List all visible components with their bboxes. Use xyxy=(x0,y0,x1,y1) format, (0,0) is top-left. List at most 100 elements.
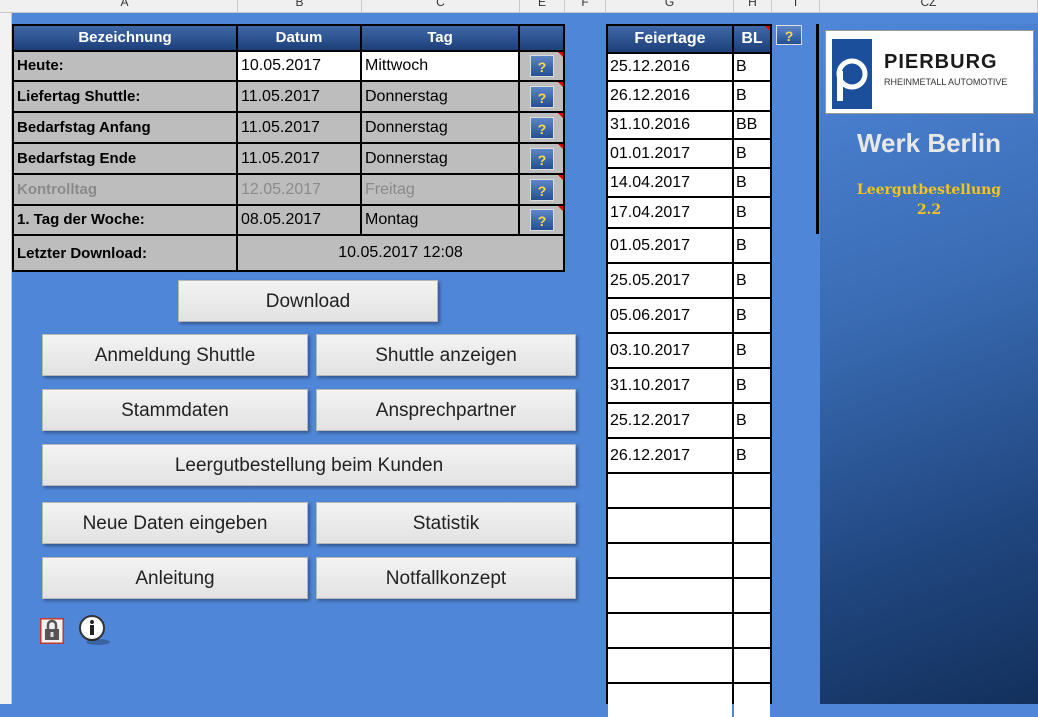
datum-liefertag-shuttle[interactable]: 11.05.2017 xyxy=(238,82,360,111)
holiday-date[interactable]: 31.10.2017 xyxy=(608,369,732,402)
holiday-empty-cell[interactable] xyxy=(734,649,770,682)
help-button-bedarfstag-ende[interactable]: ? xyxy=(530,148,554,170)
datum-bedarfstag-anfang[interactable]: 11.05.2017 xyxy=(238,113,360,142)
stammdaten-button[interactable]: Stammdaten xyxy=(42,389,308,431)
anmeldung-shuttle-button[interactable]: Anmeldung Shuttle xyxy=(42,334,308,376)
comment-indicator xyxy=(558,206,563,211)
info-icon[interactable] xyxy=(78,614,112,646)
holiday-empty-cell[interactable] xyxy=(734,474,770,507)
holiday-empty-cell[interactable] xyxy=(608,509,732,542)
last-download-label: Letzter Download: xyxy=(14,236,236,270)
column-header-h[interactable]: H xyxy=(734,0,772,12)
row-label-kontrolltag: Kontrolltag xyxy=(14,175,236,204)
datum-kontrolltag[interactable]: 12.05.2017 xyxy=(238,175,360,204)
holiday-bundesland[interactable]: B xyxy=(734,264,770,297)
comment-indicator xyxy=(558,52,563,57)
holiday-empty-cell[interactable] xyxy=(734,614,770,647)
help-button-bedarfstag-anfang[interactable]: ? xyxy=(530,117,554,139)
holiday-bundesland[interactable]: B xyxy=(734,439,770,472)
holiday-bundesland[interactable]: B xyxy=(734,140,770,167)
holiday-bundesland[interactable]: B xyxy=(734,169,770,196)
holiday-empty-cell[interactable] xyxy=(734,684,770,717)
holiday-bundesland[interactable]: B xyxy=(734,369,770,402)
column-header-c[interactable]: C xyxy=(362,0,520,12)
column-header-f[interactable]: F xyxy=(565,0,606,12)
holiday-date[interactable]: 25.05.2017 xyxy=(608,264,732,297)
holiday-empty-cell[interactable] xyxy=(734,509,770,542)
info-table: Bezeichnung Datum Tag Heute: 10.05.2017 … xyxy=(12,24,565,272)
datum-heute[interactable]: 10.05.2017 xyxy=(238,52,360,80)
help-button-heute[interactable]: ? xyxy=(530,55,554,77)
row-label-bedarfstag-anfang: Bedarfstag Anfang xyxy=(14,113,236,142)
holiday-date[interactable]: 05.06.2017 xyxy=(608,299,732,332)
help-button-liefertag-shuttle[interactable]: ? xyxy=(530,86,554,108)
holiday-empty-cell[interactable] xyxy=(608,649,732,682)
holiday-empty-cell[interactable] xyxy=(734,579,770,612)
header-bezeichnung: Bezeichnung xyxy=(14,26,236,50)
holiday-bundesland[interactable]: B xyxy=(734,299,770,332)
last-download-value: 10.05.2017 12:08 xyxy=(238,236,563,270)
holiday-date[interactable]: 14.04.2017 xyxy=(608,169,732,196)
holiday-date[interactable]: 03.10.2017 xyxy=(608,334,732,367)
tag-heute[interactable]: Mittwoch xyxy=(362,52,518,80)
download-button[interactable]: Download xyxy=(178,280,438,322)
holiday-date[interactable]: 25.12.2016 xyxy=(608,54,732,80)
holiday-bundesland[interactable]: B xyxy=(734,82,770,110)
column-header-bar: A B C E F G H I CZ xyxy=(0,0,1038,13)
holiday-empty-cell[interactable] xyxy=(734,544,770,577)
column-header-a[interactable]: A xyxy=(12,0,238,12)
help-button-erster-tag-der-woche[interactable]: ? xyxy=(530,209,554,231)
holiday-date[interactable]: 17.04.2017 xyxy=(608,198,732,227)
holiday-empty-cell[interactable] xyxy=(608,544,732,577)
datum-bedarfstag-ende[interactable]: 11.05.2017 xyxy=(238,144,360,173)
statistik-button[interactable]: Statistik xyxy=(316,502,576,544)
tag-bedarfstag-anfang[interactable]: Donnerstag xyxy=(362,113,518,142)
holiday-bundesland[interactable]: B xyxy=(734,229,770,262)
tag-liefertag-shuttle[interactable]: Donnerstag xyxy=(362,82,518,111)
company-logo: PIERBURG RHEINMETALL AUTOMOTIVE xyxy=(825,30,1034,114)
holiday-empty-cell[interactable] xyxy=(608,614,732,647)
tag-kontrolltag[interactable]: Freitag xyxy=(362,175,518,204)
holiday-empty-cell[interactable] xyxy=(608,474,732,507)
column-header-i[interactable]: I xyxy=(772,0,820,12)
holiday-date[interactable]: 31.10.2016 xyxy=(608,112,732,138)
lock-icon[interactable] xyxy=(39,617,65,645)
shuttle-anzeigen-button[interactable]: Shuttle anzeigen xyxy=(316,334,576,376)
datum-erster-tag-der-woche[interactable]: 08.05.2017 xyxy=(238,206,360,234)
help-cell-kontrolltag: ? xyxy=(520,175,563,204)
help-cell-erster-tag-der-woche: ? xyxy=(520,206,563,234)
column-header-g[interactable]: G xyxy=(606,0,734,12)
help-cell-liefertag-shuttle: ? xyxy=(520,82,563,111)
holiday-bundesland[interactable]: B xyxy=(734,404,770,437)
tag-bedarfstag-ende[interactable]: Donnerstag xyxy=(362,144,518,173)
holiday-date[interactable]: 25.12.2017 xyxy=(608,404,732,437)
header-tag: Tag xyxy=(362,26,518,50)
holiday-bundesland[interactable]: B xyxy=(734,54,770,80)
neue-daten-eingeben-button[interactable]: Neue Daten eingeben xyxy=(42,502,308,544)
holiday-date[interactable]: 01.01.2017 xyxy=(608,140,732,167)
column-header-e[interactable]: E xyxy=(520,0,565,12)
row-label-bedarfstag-ende: Bedarfstag Ende xyxy=(14,144,236,173)
app-name: Leergutbestellung xyxy=(856,182,1002,198)
help-button-kontrolltag[interactable]: ? xyxy=(530,179,554,201)
branding-panel xyxy=(820,24,1038,704)
anleitung-button[interactable]: Anleitung xyxy=(42,557,308,599)
holiday-bundesland[interactable]: BB xyxy=(734,112,770,138)
help-cell-heute: ? xyxy=(520,52,563,80)
holiday-date[interactable]: 01.05.2017 xyxy=(608,229,732,262)
holidays-help-button[interactable]: ? xyxy=(776,25,802,45)
holiday-bundesland[interactable]: B xyxy=(734,334,770,367)
holiday-date[interactable]: 26.12.2016 xyxy=(608,82,732,110)
column-header-cz[interactable]: CZ xyxy=(820,0,1038,12)
comment-indicator xyxy=(765,26,770,31)
leergutbestellung-button[interactable]: Leergutbestellung beim Kunden xyxy=(42,444,576,486)
holiday-date[interactable]: 26.12.2017 xyxy=(608,439,732,472)
holiday-empty-cell[interactable] xyxy=(608,579,732,612)
comment-indicator xyxy=(558,113,563,118)
notfallkonzept-button[interactable]: Notfallkonzept xyxy=(316,557,576,599)
tag-erster-tag-der-woche[interactable]: Montag xyxy=(362,206,518,234)
holiday-bundesland[interactable]: B xyxy=(734,198,770,227)
holiday-empty-cell[interactable] xyxy=(608,684,732,717)
ansprechpartner-button[interactable]: Ansprechpartner xyxy=(316,389,576,431)
column-header-b[interactable]: B xyxy=(238,0,362,12)
